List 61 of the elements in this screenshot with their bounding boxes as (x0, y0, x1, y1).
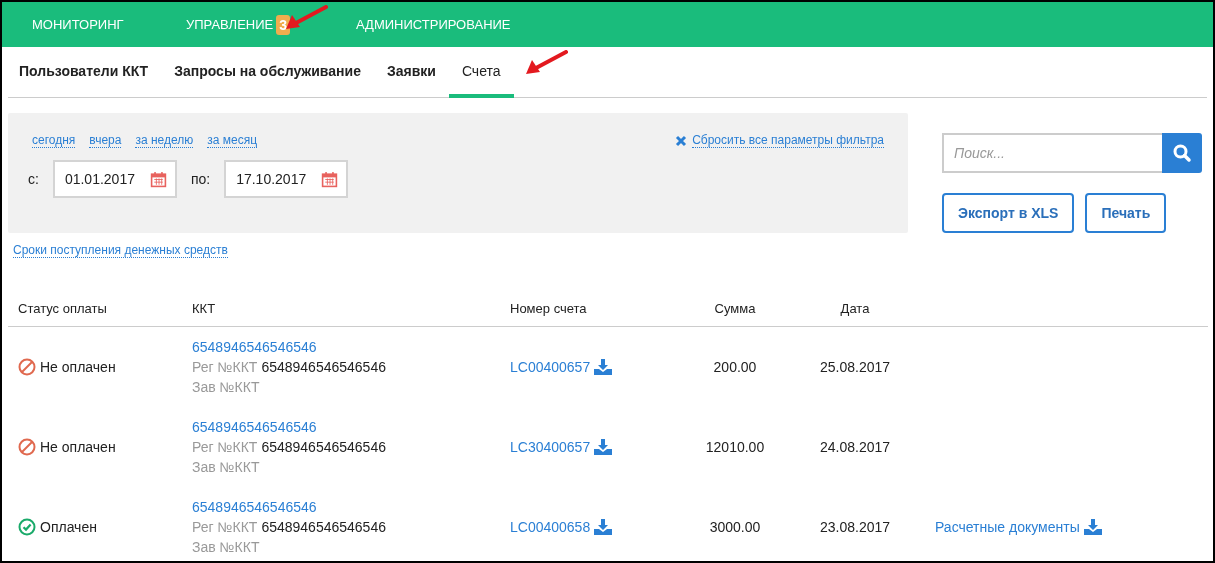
tab[interactable]: Заявки (373, 47, 449, 98)
date: 23.08.2017 (819, 519, 891, 535)
download-icon[interactable] (1083, 519, 1102, 535)
serial-number-label: Зав №ККТ (192, 458, 260, 477)
funds-terms-link[interactable]: Сроки поступления денежных средств (13, 243, 228, 258)
count-badge: 3 (276, 14, 290, 35)
column-header: Номер счета (510, 300, 588, 316)
date-range-link[interactable]: за месяц (207, 133, 258, 148)
reset-filter-link[interactable]: Сбросить все параметры фильтра (675, 133, 884, 148)
date-field[interactable]: 01.01.2017 (52, 160, 177, 198)
arrow-icon (524, 50, 568, 76)
download-icon[interactable] (594, 359, 613, 375)
amount: 200.00 (713, 359, 757, 375)
serial-number-label: Зав №ККТ (192, 538, 260, 557)
payment-status: Не оплачен (40, 439, 116, 455)
tab[interactable]: Запросы на обслуживание (161, 47, 374, 98)
kkt-link[interactable]: 6548946546546546 (192, 417, 317, 437)
reg-number-label: Рег №ККТ (192, 439, 258, 455)
search-field[interactable]: Поиск... (942, 133, 1162, 173)
calendar-icon (149, 170, 167, 188)
date-range-link[interactable]: за неделю (135, 133, 194, 148)
to-label: по: (190, 171, 211, 187)
reg-number-label: Рег №ККТ (192, 519, 258, 535)
column-header: Статус оплаты (18, 300, 108, 316)
amount: 3000.00 (709, 519, 761, 535)
action-button[interactable]: Экспорт в XLS (942, 193, 1075, 233)
date: 24.08.2017 (819, 439, 891, 455)
reg-number: 6548946546546546 (261, 439, 386, 455)
nav-link[interactable]: УПРАВЛЕНИЕ (186, 17, 274, 32)
from-label: с: (28, 171, 39, 187)
action-button[interactable]: Печать (1085, 193, 1167, 233)
invoice-link[interactable]: LC00400658 (510, 519, 591, 535)
tab[interactable]: Пользователи ККТ (19, 47, 162, 98)
kkt-link[interactable]: 6548946546546546 (192, 337, 317, 357)
invoice-link[interactable]: LC30400657 (510, 439, 591, 455)
documents-link[interactable]: Расчетные документы (935, 519, 1080, 535)
nav-link[interactable]: АДМИНИСТРИРОВАНИЕ (356, 17, 511, 32)
tab[interactable]: Счета (448, 47, 514, 98)
amount: 12010.00 (705, 439, 765, 455)
serial-number-label: Зав №ККТ (192, 378, 260, 397)
column-header: Сумма (714, 300, 756, 316)
calendar-icon (321, 170, 339, 188)
nav-link[interactable]: МОНИТОРИНГ (32, 17, 124, 32)
reg-number: 6548946546546546 (261, 519, 386, 535)
download-icon[interactable] (594, 519, 613, 535)
column-header: ККТ (192, 300, 217, 316)
search-button[interactable] (1162, 133, 1202, 173)
kkt-link[interactable]: 6548946546546546 (192, 497, 317, 517)
date: 25.08.2017 (819, 359, 891, 375)
payment-status: Оплачен (40, 519, 97, 535)
reg-number-label: Рег №ККТ (192, 359, 258, 375)
search-icon (1172, 143, 1192, 163)
payment-status: Не оплачен (40, 359, 116, 375)
date-field[interactable]: 17.10.2017 (224, 160, 349, 198)
invoice-link[interactable]: LC00400657 (510, 359, 591, 375)
close-icon (675, 134, 688, 147)
download-icon[interactable] (594, 439, 613, 455)
column-header: Дата (840, 300, 870, 316)
date-range-link[interactable]: сегодня (32, 133, 76, 148)
date-range-link[interactable]: вчера (89, 133, 122, 148)
reg-number: 6548946546546546 (261, 359, 386, 375)
